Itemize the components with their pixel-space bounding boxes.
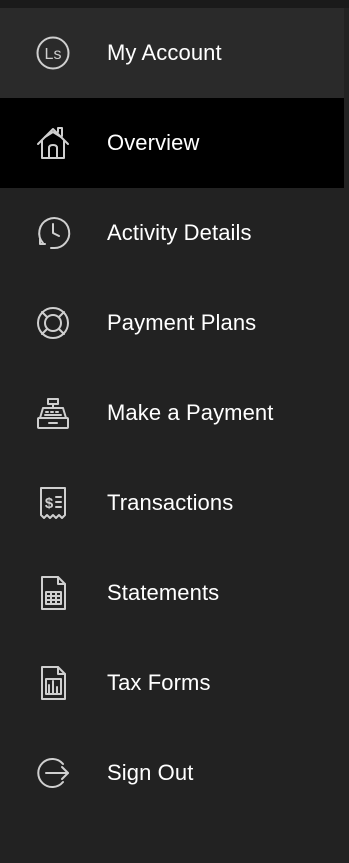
sidebar-item-overview[interactable]: Overview [0, 98, 344, 188]
sidebar-item-my-account[interactable]: Ls My Account [0, 8, 344, 98]
sidebar-item-activity-details[interactable]: Activity Details [0, 188, 349, 278]
sidebar-item-tax-forms[interactable]: Tax Forms [0, 638, 349, 728]
account-initials-icon: Ls [34, 34, 72, 72]
sidebar-item-label: Activity Details [107, 220, 252, 245]
nav-list: Ls My Account Overview Activity Details … [0, 8, 349, 818]
sidebar-item-label: Statements [107, 580, 220, 605]
receipt-dollar-icon: $ [34, 484, 72, 522]
sidebar-item-payment-plans[interactable]: Payment Plans [0, 278, 349, 368]
sidebar-nav: Ls My Account Overview Activity Details … [0, 0, 349, 863]
sidebar-item-label: Sign Out [107, 760, 194, 785]
lifebuoy-icon [34, 304, 72, 342]
sidebar-top-strip [0, 0, 349, 8]
sign-out-icon [34, 754, 72, 792]
sidebar-item-statements[interactable]: Statements [0, 548, 349, 638]
document-chart-icon [34, 664, 72, 702]
sidebar-item-label: My Account [107, 40, 222, 65]
sidebar-item-label: Overview [107, 130, 200, 155]
sidebar-item-label: Transactions [107, 490, 234, 515]
receipt-dollar-sign: $ [45, 495, 54, 512]
sidebar-item-make-a-payment[interactable]: Make a Payment [0, 368, 349, 458]
clock-history-icon [34, 214, 72, 252]
sidebar-item-label: Payment Plans [107, 310, 257, 335]
account-initials: Ls [45, 46, 62, 63]
sidebar-item-sign-out[interactable]: Sign Out [0, 728, 349, 818]
home-icon [34, 124, 72, 162]
sidebar-item-transactions[interactable]: $ Transactions [0, 458, 349, 548]
sidebar-item-label: Make a Payment [107, 400, 274, 425]
document-table-icon [34, 574, 72, 612]
sidebar-item-label: Tax Forms [107, 670, 211, 695]
cash-register-icon [34, 394, 72, 432]
